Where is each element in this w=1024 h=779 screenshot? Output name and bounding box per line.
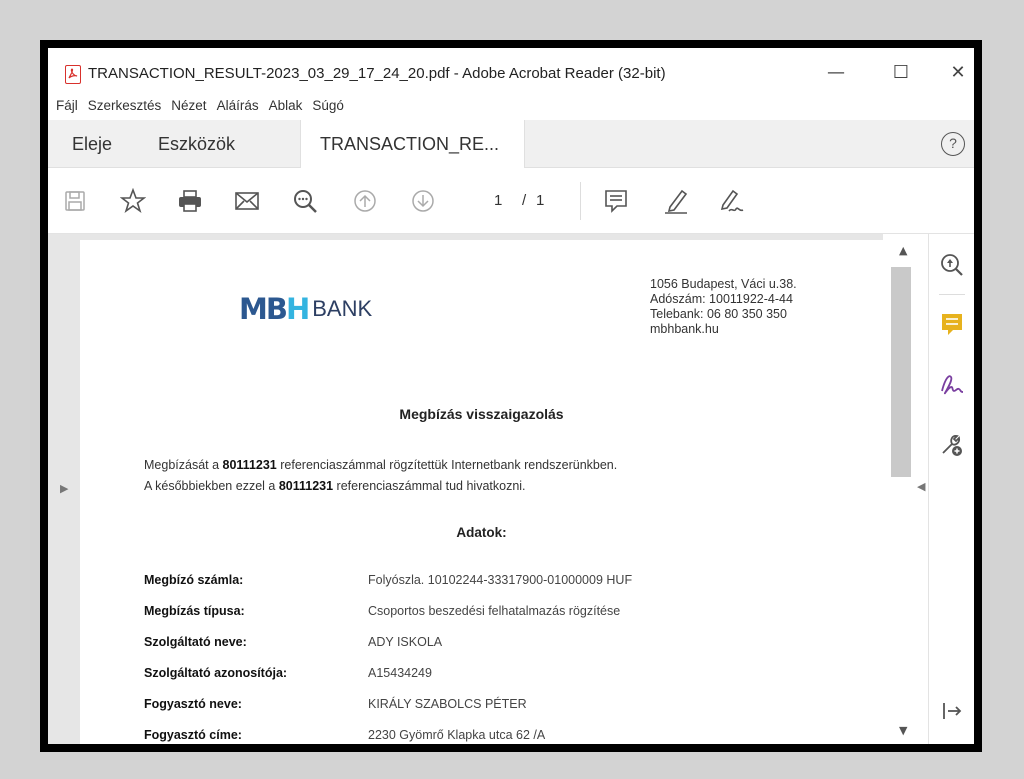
row-value: Csoportos beszedési felhatalmazás rögzít… bbox=[368, 604, 621, 618]
bank-address: 1056 Budapest, Váci u.38. Adószám: 10011… bbox=[650, 277, 797, 337]
menu-edit[interactable]: Szerkesztés bbox=[83, 94, 167, 120]
row-value: A15434249 bbox=[368, 666, 432, 680]
highlight-pen-icon[interactable] bbox=[661, 186, 691, 216]
zoom-search-icon[interactable] bbox=[290, 186, 320, 216]
menu-window[interactable]: Ablak bbox=[264, 94, 308, 120]
save-icon[interactable] bbox=[60, 186, 90, 216]
reference-number: 80111231 bbox=[278, 479, 334, 493]
scroll-up-icon[interactable]: ▲ bbox=[899, 244, 907, 257]
row-value: 2230 Gyömrő Klapka utca 62 /A bbox=[368, 728, 546, 742]
row-label: Fogyasztó címe: bbox=[144, 728, 242, 742]
right-pane-toggle-icon[interactable]: ◀ bbox=[917, 480, 925, 493]
row-value: KIRÁLY SZABOLCS PÉTER bbox=[368, 697, 527, 711]
more-tools-icon[interactable] bbox=[939, 432, 965, 458]
page-down-icon[interactable] bbox=[408, 186, 438, 216]
scroll-down-icon[interactable]: ▼ bbox=[899, 724, 907, 737]
row-label: Megbízás típusa: bbox=[144, 604, 245, 618]
minimize-button[interactable]: — bbox=[816, 57, 856, 87]
tab-home[interactable]: Eleje bbox=[72, 120, 112, 168]
details-table: Megbízó számla: Folyószla. 10102244-33317… bbox=[144, 569, 824, 744]
tab-tools[interactable]: Eszközök bbox=[158, 120, 235, 168]
sign-icon[interactable] bbox=[717, 186, 747, 216]
black-frame: TRANSACTION_RESULT-2023_03_29_17_24_20.p… bbox=[40, 40, 982, 752]
menu-view[interactable]: Nézet bbox=[166, 94, 211, 120]
table-row: Megbízó számla: Folyószla. 10102244-33317… bbox=[144, 569, 824, 600]
tab-document[interactable]: TRANSACTION_RE... × bbox=[300, 120, 525, 201]
help-icon[interactable]: ? bbox=[941, 132, 965, 156]
table-row: Fogyasztó neve: KIRÁLY SZABOLCS PÉTER bbox=[144, 693, 824, 724]
website-line: mbhbank.hu bbox=[650, 322, 719, 336]
menu-file[interactable]: Fájl bbox=[51, 94, 83, 120]
confirmation-line-2: A későbbiekben ezzel a 80111231 referenc… bbox=[144, 479, 526, 493]
page-total: 1 bbox=[536, 192, 545, 209]
maximize-button[interactable]: ☐ bbox=[881, 57, 921, 87]
row-label: Megbízó számla: bbox=[144, 573, 244, 587]
row-label: Szolgáltató neve: bbox=[144, 635, 247, 649]
toolbar-divider bbox=[580, 182, 581, 220]
mbh-bank-logo: MBH BANK bbox=[239, 292, 372, 326]
pane-divider bbox=[939, 294, 965, 295]
confirmation-text: Megbízását a 80111231 referenciaszámmal … bbox=[144, 455, 617, 497]
page-separator: / bbox=[522, 192, 527, 209]
tab-bar: Eleje Eszközök TRANSACTION_RE... × ? bbox=[48, 120, 974, 201]
tab-document-label: TRANSACTION_RE... bbox=[320, 134, 500, 154]
zoom-icon[interactable] bbox=[939, 252, 965, 278]
confirmation-line-1: Megbízását a 80111231 referenciaszámmal … bbox=[144, 458, 618, 472]
menu-sign[interactable]: Aláírás bbox=[212, 94, 264, 120]
document-area: ▶ MBH BANK 1056 Budapest, Váci u.38. Adó… bbox=[48, 234, 928, 744]
telebank-line: Telebank: 06 80 350 350 bbox=[650, 307, 787, 321]
bookmark-star-icon[interactable] bbox=[118, 186, 148, 216]
print-icon[interactable] bbox=[175, 186, 205, 216]
table-row: Fogyasztó címe: 2230 Gyömrő Klapka utca 6… bbox=[144, 724, 824, 744]
pdf-page: MBH BANK 1056 Budapest, Váci u.38. Adósz… bbox=[80, 240, 883, 744]
tax-number-line: Adószám: 10011922-4-44 bbox=[650, 292, 793, 306]
table-row: Szolgáltató azonosítója: A15434249 bbox=[144, 662, 824, 693]
row-label: Szolgáltató azonosítója: bbox=[144, 666, 288, 680]
email-icon[interactable] bbox=[232, 186, 262, 216]
fill-sign-icon[interactable] bbox=[939, 372, 965, 398]
comment-icon[interactable] bbox=[601, 186, 631, 216]
row-value: Folyószla. 10102244-33317900-01000009 HU… bbox=[368, 573, 633, 587]
page-number-input[interactable]: 1 bbox=[494, 192, 502, 209]
page-up-icon[interactable] bbox=[350, 186, 380, 216]
comment-icon[interactable] bbox=[939, 312, 965, 338]
scrollbar-thumb[interactable] bbox=[891, 267, 911, 477]
menu-bar: Fájl Szerkesztés Nézet Aláírás Ablak Súg… bbox=[48, 94, 349, 120]
table-row: Szolgáltató neve: ADY ISKOLA bbox=[144, 631, 824, 662]
row-label: Fogyasztó neve: bbox=[144, 697, 242, 711]
logo-mark: MBH bbox=[239, 292, 310, 326]
close-button[interactable]: ✕ bbox=[938, 57, 974, 87]
menu-help[interactable]: Súgó bbox=[307, 94, 349, 120]
reference-number: 80111231 bbox=[222, 458, 277, 472]
right-tools-pane bbox=[928, 234, 974, 744]
section-title: Adatok: bbox=[456, 525, 507, 540]
address-line: 1056 Budapest, Váci u.38. bbox=[650, 277, 797, 291]
acrobat-window: TRANSACTION_RESULT-2023_03_29_17_24_20.p… bbox=[48, 48, 974, 744]
pdf-file-icon bbox=[65, 65, 81, 84]
collapse-pane-icon[interactable] bbox=[939, 698, 965, 724]
left-pane-toggle-icon[interactable]: ▶ bbox=[60, 482, 68, 495]
row-value: ADY ISKOLA bbox=[368, 635, 443, 649]
title-bar: TRANSACTION_RESULT-2023_03_29_17_24_20.p… bbox=[48, 48, 974, 94]
toolbar: 1 / 1 bbox=[48, 168, 974, 234]
table-row: Megbízás típusa: Csoportos beszedési felh… bbox=[144, 600, 824, 631]
document-title: Megbízás visszaigazolás bbox=[399, 406, 564, 422]
logo-word: BANK bbox=[312, 296, 373, 321]
window-title: TRANSACTION_RESULT-2023_03_29_17_24_20.p… bbox=[88, 65, 666, 82]
